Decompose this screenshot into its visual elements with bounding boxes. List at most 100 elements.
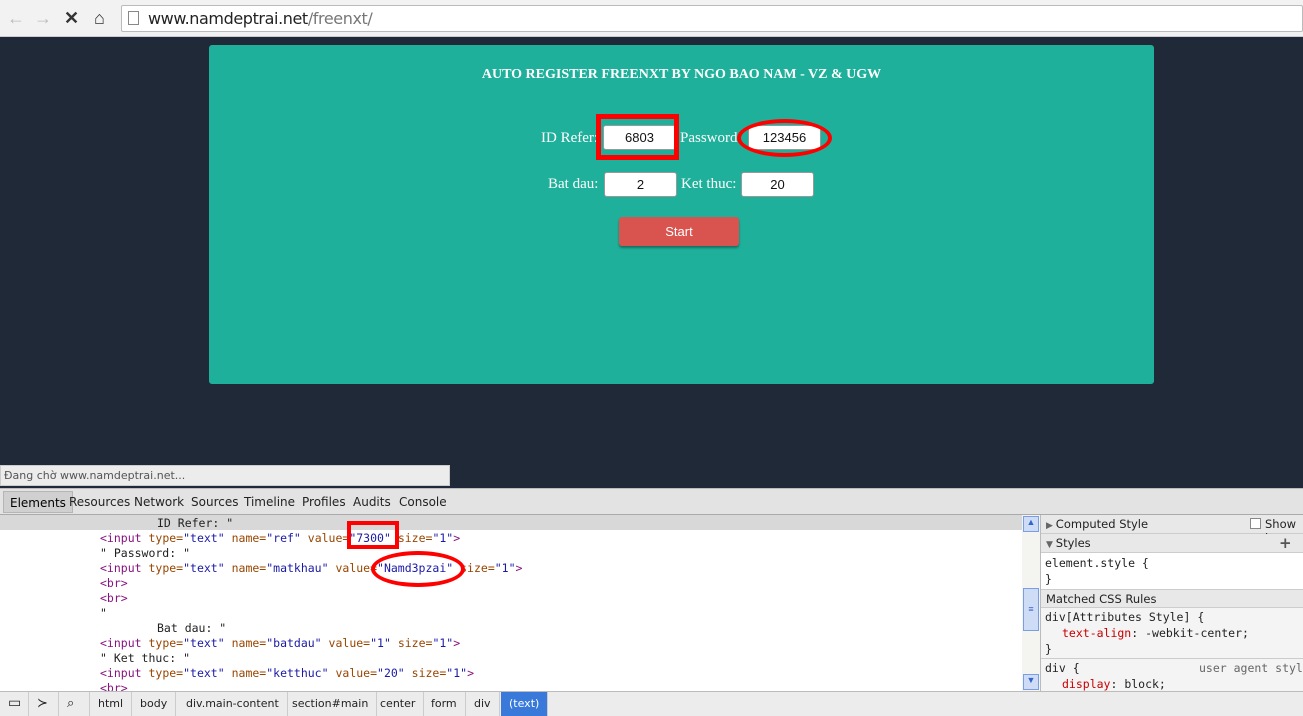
tag: > <box>453 636 461 650</box>
browser-toolbar: ← → ✕ ⌂ www.namdeptrai.net/freenxt/ <box>0 0 1303 37</box>
rule-selector[interactable]: div { <box>1045 661 1080 675</box>
dom-node-ketthuc[interactable]: <input type="text" name="ketthuc" value=… <box>100 666 474 681</box>
ket-thuc-input[interactable]: 20 <box>741 172 814 197</box>
home-icon[interactable]: ⌂ <box>94 8 105 29</box>
scrollbar[interactable]: ▲ ≡ ▼ <box>1022 515 1040 691</box>
attr: type= <box>148 561 184 575</box>
attr-value: "text" <box>183 561 225 575</box>
attr-value: "1" <box>446 666 468 680</box>
crumb-section-main[interactable]: section#main <box>284 692 378 716</box>
forward-icon[interactable]: → <box>34 8 52 29</box>
attr-value: "matkhau" <box>266 561 329 575</box>
tab-timeline[interactable]: Timeline <box>244 495 295 509</box>
tab-elements[interactable]: Elements <box>3 491 73 513</box>
attr-value: "1" <box>370 636 391 650</box>
crumb-text[interactable]: (text) <box>501 692 549 716</box>
text-node[interactable]: " <box>100 606 107 621</box>
back-icon[interactable]: ← <box>7 8 25 29</box>
bat-dau-input[interactable]: 2 <box>604 172 677 197</box>
dom-node-br[interactable]: <br> <box>100 681 128 691</box>
console-drawer-icon[interactable]: ≻ <box>29 692 59 716</box>
start-button[interactable]: Start <box>619 217 739 246</box>
url-path: /freenxt/ <box>307 9 373 28</box>
css-property[interactable]: text-align <box>1062 626 1131 640</box>
add-rule-icon[interactable]: + <box>1279 534 1292 552</box>
crumb-html[interactable]: html <box>90 692 133 716</box>
computed-style-section[interactable]: ▶ Computed Style Show in <box>1041 515 1303 545</box>
tab-console[interactable]: Console <box>399 495 447 509</box>
status-bubble: Đang chờ www.namdeptrai.net... <box>0 465 450 486</box>
crumb-form[interactable]: form <box>423 692 466 716</box>
attr: value= <box>307 531 350 545</box>
id-refer-label: ID Refer: <box>541 130 599 146</box>
annotation-oval <box>737 119 832 157</box>
tab-sources[interactable]: Sources <box>191 495 238 509</box>
scroll-down-icon[interactable]: ▼ <box>1023 674 1039 690</box>
attr: name= <box>231 561 267 575</box>
text-node[interactable]: Bat dau: " <box>157 621 226 636</box>
text-node[interactable]: " Ket thuc: " <box>100 651 190 666</box>
crumb-div[interactable]: div <box>466 692 500 716</box>
attr-value: "ketthuc" <box>266 666 329 680</box>
attr: value= <box>335 666 378 680</box>
tag: > <box>453 531 461 545</box>
tab-profiles[interactable]: Profiles <box>302 495 346 509</box>
rule-close: } <box>1045 642 1052 656</box>
attr-value: "text" <box>183 636 225 650</box>
search-icon[interactable]: ⌕ <box>59 692 90 716</box>
scroll-thumb[interactable]: ≡ <box>1023 588 1039 631</box>
tag: > <box>515 561 523 575</box>
address-bar[interactable]: www.namdeptrai.net/freenxt/ <box>121 5 1303 32</box>
rule-close: } <box>1045 572 1052 586</box>
styles-section[interactable]: ▼ Styles + <box>1041 534 1303 553</box>
tab-resources[interactable]: Resources <box>69 495 130 509</box>
dom-node-batdau[interactable]: <input type="text" name="batdau" value="… <box>100 636 460 651</box>
dom-node-br[interactable]: <br> <box>100 576 128 591</box>
dom-tree[interactable]: ID Refer: " <input type="text" name="ref… <box>0 515 1022 691</box>
annotation-box <box>596 114 679 160</box>
section-title: Computed Style <box>1055 517 1149 531</box>
attr-value: "batdau" <box>266 636 322 650</box>
devtools-tabs: Elements Resources Network Sources Timel… <box>0 488 1303 515</box>
attr: size= <box>411 666 447 680</box>
ket-thuc-label: Ket thuc: <box>681 176 737 192</box>
tag: <input <box>100 561 142 575</box>
dom-node-ref[interactable]: <input type="text" name="ref" value="730… <box>100 531 460 546</box>
crumb-body[interactable]: body <box>132 692 177 716</box>
element-style-rule[interactable]: element.style { <box>1045 556 1149 570</box>
rule-selector[interactable]: div[Attributes Style] { <box>1045 610 1204 624</box>
attr: name= <box>231 666 267 680</box>
stop-icon[interactable]: ✕ <box>64 8 79 29</box>
breadcrumb: ▭ ≻ ⌕ html body div.main-content section… <box>0 691 1303 716</box>
css-property[interactable]: display <box>1062 677 1110 691</box>
attr: value= <box>328 636 371 650</box>
attr-value: "text" <box>183 531 225 545</box>
annotation-box <box>347 521 399 549</box>
dock-icon[interactable]: ▭ <box>0 692 29 716</box>
tag: <input <box>100 666 142 680</box>
selected-node-highlight <box>0 515 1022 530</box>
attr: size= <box>460 561 495 575</box>
page-icon <box>128 11 139 25</box>
show-inherited-checkbox[interactable] <box>1250 518 1261 529</box>
section-title: Styles <box>1055 536 1091 550</box>
attr: type= <box>148 666 184 680</box>
crumb-div-main-content[interactable]: div.main-content <box>178 692 288 716</box>
bat-dau-label: Bat dau: <box>548 176 599 192</box>
styles-sidebar: ▶ Computed Style Show in ▼ Styles + eleme… <box>1040 515 1303 691</box>
dom-node-br[interactable]: <br> <box>100 591 128 606</box>
tab-audits[interactable]: Audits <box>353 495 391 509</box>
scroll-up-icon[interactable]: ▲ <box>1023 516 1039 532</box>
url-text: www.namdeptrai.net/freenxt/ <box>148 9 373 28</box>
text-node[interactable]: ID Refer: " <box>157 516 233 531</box>
register-panel: AUTO REGISTER FREENXT BY NGO BAO NAM - V… <box>209 45 1154 384</box>
attr-value: "20" <box>377 666 405 680</box>
css-value[interactable]: : block; <box>1110 677 1165 691</box>
crumb-center[interactable]: center <box>372 692 425 716</box>
page-title: AUTO REGISTER FREENXT BY NGO BAO NAM - V… <box>481 67 882 82</box>
css-value[interactable]: : -webkit-center; <box>1131 626 1249 640</box>
text-node[interactable]: " Password: " <box>100 546 190 561</box>
attr: size= <box>397 531 433 545</box>
tab-network[interactable]: Network <box>134 495 184 509</box>
attr-value: "text" <box>183 666 225 680</box>
